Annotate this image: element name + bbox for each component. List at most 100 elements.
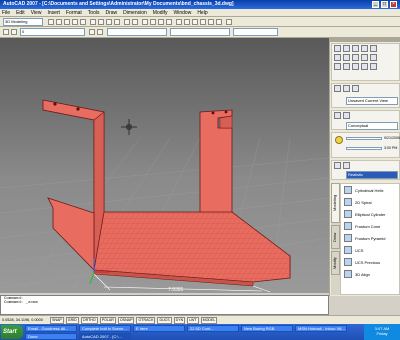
revolve-icon[interactable]: [370, 45, 377, 52]
named-view-dropdown[interactable]: Unsaved Current View: [346, 97, 398, 105]
polysolid-icon[interactable]: [343, 63, 350, 70]
task-autocad[interactable]: AutoCAD 2007 - [C:\...: [79, 332, 131, 340]
slice-icon[interactable]: [370, 54, 377, 61]
task-e-here[interactable]: E here: [133, 324, 185, 332]
ducs-toggle[interactable]: DUCS: [157, 316, 172, 324]
zoom-realtime-icon[interactable]: [150, 19, 156, 25]
minimize-button[interactable]: _: [372, 1, 379, 8]
drawing-viewport[interactable]: 7.9395: [0, 38, 329, 293]
grid-toggle[interactable]: GRID: [65, 316, 79, 324]
markup-icon[interactable]: [208, 19, 214, 25]
design-center-icon[interactable]: [184, 19, 190, 25]
color-dropdown[interactable]: [107, 28, 167, 36]
visual-style-dropdown[interactable]: Conceptual: [346, 122, 398, 130]
task-complete-bolt[interactable]: Complete bolt in Scene...: [79, 324, 131, 332]
calculator-icon[interactable]: [216, 19, 222, 25]
command-window[interactable]: Command: Command: _zoom: [0, 295, 329, 315]
render-preset-dropdown[interactable]: Realistic: [346, 171, 398, 179]
view-cube-icon[interactable]: [334, 85, 341, 92]
texture-icon[interactable]: [343, 162, 350, 169]
layer-state-icon[interactable]: [11, 29, 17, 35]
box-icon[interactable]: [334, 45, 341, 52]
layer-dropdown[interactable]: 0: [20, 28, 85, 36]
linetype-dropdown[interactable]: [170, 28, 230, 36]
time-slider[interactable]: [346, 147, 382, 150]
extrude-icon[interactable]: [343, 45, 350, 52]
materials-icon[interactable]: [334, 162, 341, 169]
paste-icon[interactable]: [106, 19, 112, 25]
close-button[interactable]: ×: [390, 1, 397, 8]
undo-icon[interactable]: [124, 19, 130, 25]
new-icon[interactable]: [48, 19, 54, 25]
task-done[interactable]: Done: [25, 332, 77, 340]
menu-dimension[interactable]: Dimension: [123, 10, 147, 16]
subtract-icon[interactable]: [352, 54, 359, 61]
tool-ucs[interactable]: UCS: [341, 244, 399, 256]
tool-frustum-cone[interactable]: Frustum Cone: [341, 220, 399, 232]
model-toggle[interactable]: MODEL: [200, 316, 218, 324]
tab-modify[interactable]: Modify: [331, 251, 340, 275]
move-icon[interactable]: [361, 63, 368, 70]
pan-icon[interactable]: [142, 19, 148, 25]
make-current-icon[interactable]: [89, 29, 95, 35]
menu-format[interactable]: Format: [66, 10, 82, 16]
menu-draw[interactable]: Draw: [105, 10, 117, 16]
print-icon[interactable]: [72, 19, 78, 25]
zoom-window-icon[interactable]: [158, 19, 164, 25]
maximize-button[interactable]: □: [381, 1, 388, 8]
task-5d-cont[interactable]: 22 5D Cont...: [187, 324, 239, 332]
snap-toggle[interactable]: SNAP: [50, 316, 64, 324]
menu-file[interactable]: File: [2, 10, 10, 16]
menu-tools[interactable]: Tools: [88, 10, 100, 16]
section-icon[interactable]: [334, 63, 341, 70]
preview-icon[interactable]: [80, 19, 86, 25]
tab-modeling[interactable]: Modeling: [331, 183, 340, 223]
orbit-icon[interactable]: [343, 85, 350, 92]
match-properties-icon[interactable]: [114, 19, 120, 25]
menu-insert[interactable]: Insert: [47, 10, 60, 16]
polar-toggle[interactable]: POLAR: [99, 316, 116, 324]
zoom-previous-icon[interactable]: [166, 19, 172, 25]
otrack-toggle[interactable]: OTRACK: [136, 316, 156, 324]
menu-view[interactable]: View: [31, 10, 42, 16]
tool-2d-spiral[interactable]: 2D Spiral: [341, 196, 399, 208]
sun-icon[interactable]: [335, 136, 343, 144]
osnap-toggle[interactable]: OSNAP: [117, 316, 135, 324]
command-input-line[interactable]: Command: _zoom: [4, 301, 325, 305]
lineweight-dropdown[interactable]: [233, 28, 278, 36]
lwt-toggle[interactable]: LWT: [187, 316, 199, 324]
layer-previous-icon[interactable]: [97, 29, 103, 35]
menu-window[interactable]: Window: [174, 10, 192, 16]
workspace-dropdown[interactable]: 3D Modeling: [3, 18, 43, 26]
intersect-icon[interactable]: [361, 54, 368, 61]
tool-palettes-icon[interactable]: [192, 19, 198, 25]
tool-ucs-previous[interactable]: UCS Previous: [341, 256, 399, 268]
tool-3d-align[interactable]: 3D Align: [341, 268, 399, 280]
tool-cylindrical-helix[interactable]: Cylindrical Helix: [341, 184, 399, 196]
redo-icon[interactable]: [132, 19, 138, 25]
cut-icon[interactable]: [90, 19, 96, 25]
open-icon[interactable]: [56, 19, 62, 25]
tool-frustum-pyramid[interactable]: Frustum Pyramid: [341, 232, 399, 244]
menu-modify[interactable]: Modify: [153, 10, 168, 16]
task-new-boring[interactable]: New Boring RGB: [241, 324, 293, 332]
zoom-icon[interactable]: [352, 85, 359, 92]
union-icon[interactable]: [343, 54, 350, 61]
visual-style-icon[interactable]: [334, 112, 341, 119]
menu-edit[interactable]: Edit: [16, 10, 25, 16]
tool-elliptical-cylinder[interactable]: Elliptical Cylinder: [341, 208, 399, 220]
save-icon[interactable]: [64, 19, 70, 25]
sheet-set-icon[interactable]: [200, 19, 206, 25]
rotate-icon[interactable]: [370, 63, 377, 70]
dyn-toggle[interactable]: DYN: [173, 316, 186, 324]
copy-icon[interactable]: [98, 19, 104, 25]
loft-icon[interactable]: [334, 54, 341, 61]
layer-properties-icon[interactable]: [3, 29, 9, 35]
task-msn-hotmail[interactable]: MSN Hotmail - Inbox: Mi...: [295, 324, 347, 332]
properties-icon[interactable]: [176, 19, 182, 25]
menu-help[interactable]: Help: [197, 10, 207, 16]
planar-surface-icon[interactable]: [352, 63, 359, 70]
tab-draw[interactable]: Draw: [331, 225, 340, 249]
start-button[interactable]: Start: [1, 325, 23, 339]
date-slider[interactable]: [346, 137, 382, 140]
